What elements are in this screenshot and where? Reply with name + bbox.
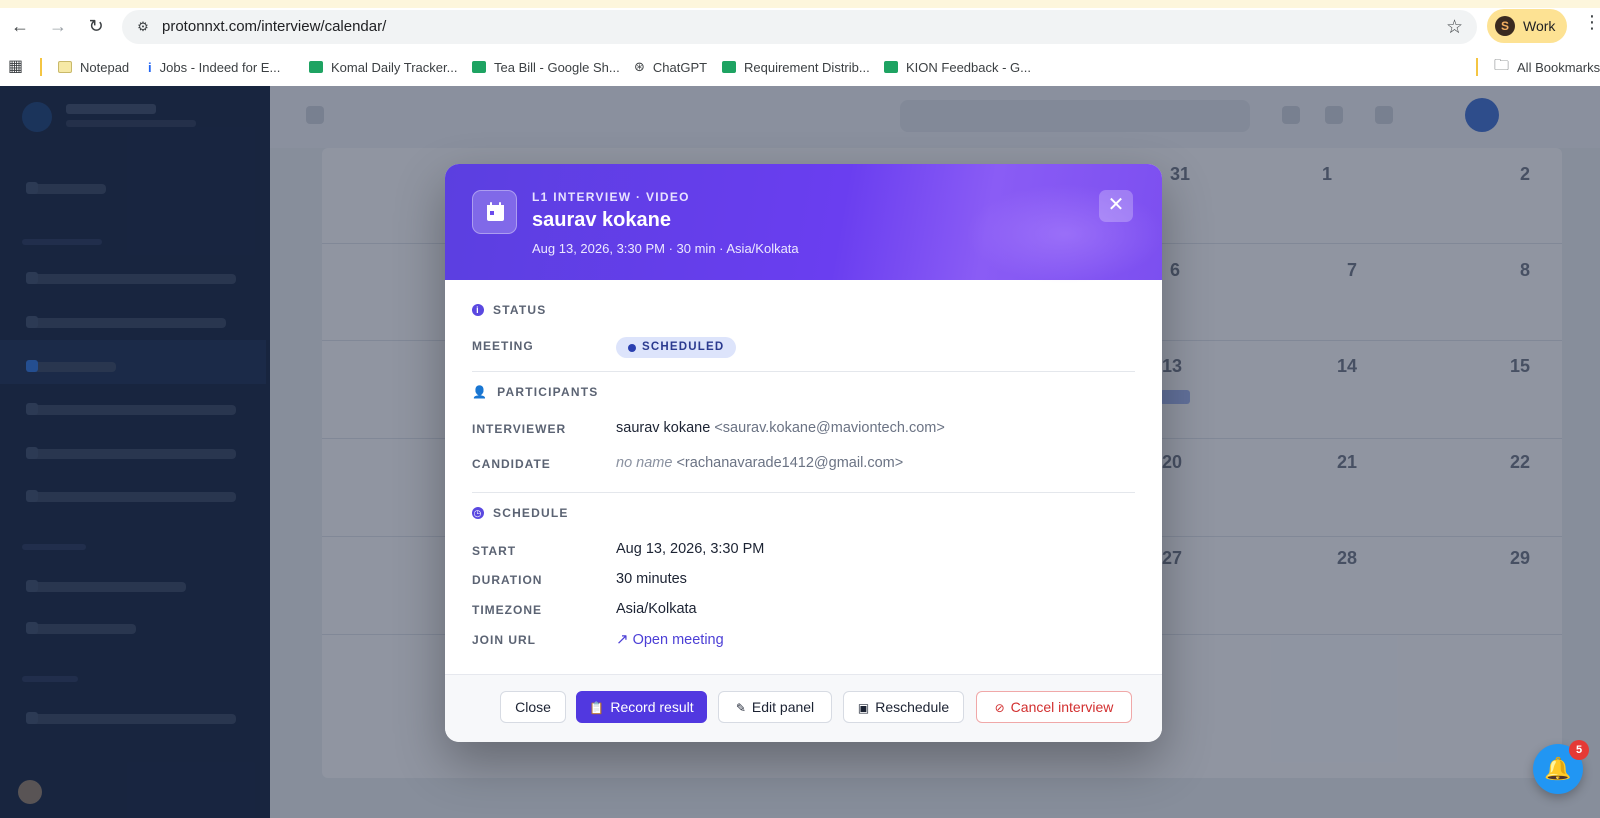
chatgpt-icon: ⊛: [634, 59, 645, 74]
folder-icon: 🗀: [1494, 56, 1510, 74]
schedule-heading: ◷ SCHEDULE: [472, 506, 569, 520]
duration-value: 30 minutes: [616, 571, 687, 587]
start-label: START: [472, 544, 517, 558]
candidate-email: <rachanavarade1412@gmail.com>: [676, 455, 904, 471]
ban-icon: ⊘: [994, 701, 1005, 715]
indeed-icon: i: [148, 59, 152, 75]
bookmark-item[interactable]: i Jobs - Indeed for E...: [148, 57, 280, 77]
address-bar[interactable]: ⚙ protonnxt.com/interview/calendar/ ☆: [122, 10, 1477, 44]
bookmark-label: Requirement Distrib...: [744, 59, 870, 75]
bookmarks-divider: [40, 58, 42, 76]
user-edit-icon: ✎: [735, 701, 746, 715]
bookmark-label: KION Feedback - G...: [906, 59, 1031, 75]
candidate-value: no name <rachanavarade1412@gmail.com>: [616, 455, 903, 471]
person-icon: 👤: [472, 385, 489, 399]
bookmarks-divider: [1476, 58, 1478, 76]
open-meeting-link[interactable]: ↗ Open meeting: [616, 630, 724, 648]
modal-title: saurav kokane: [532, 209, 671, 231]
bookmark-label: Komal Daily Tracker...: [331, 59, 458, 75]
sheets-icon: [309, 61, 323, 73]
info-icon: i: [472, 304, 484, 316]
apps-grid-icon[interactable]: ▦: [8, 56, 23, 76]
interviewer-email: <saurav.kokane@maviontech.com>: [714, 420, 945, 436]
all-bookmarks[interactable]: 🗀 All Bookmarks: [1494, 57, 1600, 77]
interview-detail-modal: L1 INTERVIEW · VIDEO saurav kokane Aug 1…: [445, 164, 1162, 742]
duration-label: DURATION: [472, 573, 543, 587]
browser-menu-icon[interactable]: ⋮: [1583, 12, 1600, 33]
candidate-name: no name: [616, 455, 673, 471]
status-dot: [628, 343, 636, 352]
close-button[interactable]: Close: [500, 691, 566, 723]
bookmark-item[interactable]: ⊛ ChatGPT: [634, 57, 707, 77]
modal-header: L1 INTERVIEW · VIDEO saurav kokane Aug 1…: [445, 164, 1162, 284]
reschedule-button[interactable]: ▣ Reschedule: [843, 691, 964, 723]
close-icon[interactable]: ✕: [1099, 190, 1133, 222]
forward-icon[interactable]: →: [46, 14, 70, 38]
modal-subtitle: Aug 13, 2026, 3:30 PM · 30 min · Asia/Ko…: [532, 241, 799, 256]
reload-icon[interactable]: ↻: [84, 14, 108, 38]
calendar-icon: [472, 190, 517, 234]
bookmark-star-icon[interactable]: ☆: [1446, 16, 1463, 39]
bookmark-item[interactable]: Komal Daily Tracker...: [309, 57, 457, 77]
divider: [472, 492, 1135, 493]
bookmark-label: Jobs - Indeed for E...: [159, 59, 281, 75]
status-heading: i STATUS: [472, 303, 546, 317]
bookmark-label: ChatGPT: [652, 59, 708, 75]
participants-heading: 👤 PARTICIPANTS: [472, 385, 599, 399]
interviewer-label: INTERVIEWER: [472, 422, 567, 436]
edit-panel-button[interactable]: ✎ Edit panel: [718, 691, 832, 723]
divider: [472, 371, 1135, 372]
all-bookmarks-label: All Bookmarks: [1517, 59, 1600, 75]
bookmark-item[interactable]: Requirement Distrib...: [722, 57, 870, 77]
status-badge: SCHEDULED: [616, 337, 737, 358]
forms-icon: [884, 61, 898, 73]
forms-icon: [722, 61, 736, 73]
timezone-value: Asia/Kolkata: [616, 601, 697, 617]
site-settings-icon[interactable]: ⚙: [134, 18, 152, 36]
external-link-icon: ↗: [616, 631, 629, 648]
bookmarks-bar: ▦ Notepad i Jobs - Indeed for E... Komal…: [0, 52, 1600, 82]
notification-count-badge: 5: [1569, 740, 1589, 760]
bookmark-label: Notepad: [80, 59, 130, 75]
clock-icon: ◷: [472, 507, 484, 519]
browser-chrome: ← → ↻ ⚙ protonnxt.com/interview/calendar…: [0, 0, 1600, 86]
notepad-icon: [58, 61, 72, 73]
profile-chip[interactable]: S Work: [1487, 9, 1567, 43]
calendar-small-icon: ▣: [857, 701, 870, 715]
timezone-label: TIMEZONE: [472, 603, 542, 617]
clipboard-icon: 📋: [589, 701, 605, 715]
modal-footer: Close 📋 Record result ✎ Edit panel ▣ Resche…: [445, 674, 1162, 742]
sheets-icon: [472, 61, 486, 73]
start-value: Aug 13, 2026, 3:30 PM: [616, 541, 765, 557]
cancel-interview-button[interactable]: ⊘ Cancel interview: [976, 691, 1132, 723]
bookmark-item[interactable]: Notepad: [58, 57, 129, 77]
interviewer-name: saurav kokane: [616, 420, 711, 436]
profile-label: Work: [1523, 18, 1556, 34]
meeting-label: MEETING: [472, 339, 534, 353]
bookmark-item[interactable]: KION Feedback - G...: [884, 57, 1031, 77]
interview-type: L1 INTERVIEW · VIDEO: [532, 190, 690, 204]
profile-avatar: S: [1495, 16, 1515, 36]
record-result-button[interactable]: 📋 Record result: [576, 691, 707, 723]
candidate-label: CANDIDATE: [472, 457, 551, 471]
interviewer-value: saurav kokane <saurav.kokane@maviontech.…: [616, 420, 945, 436]
bookmark-label: Tea Bill - Google Sh...: [494, 59, 620, 75]
tab-strip: [0, 0, 1600, 8]
bookmark-item[interactable]: Tea Bill - Google Sh...: [472, 57, 620, 77]
url-text[interactable]: protonnxt.com/interview/calendar/: [162, 18, 386, 35]
join-url-label: JOIN URL: [472, 633, 537, 647]
back-icon[interactable]: ←: [8, 14, 32, 38]
